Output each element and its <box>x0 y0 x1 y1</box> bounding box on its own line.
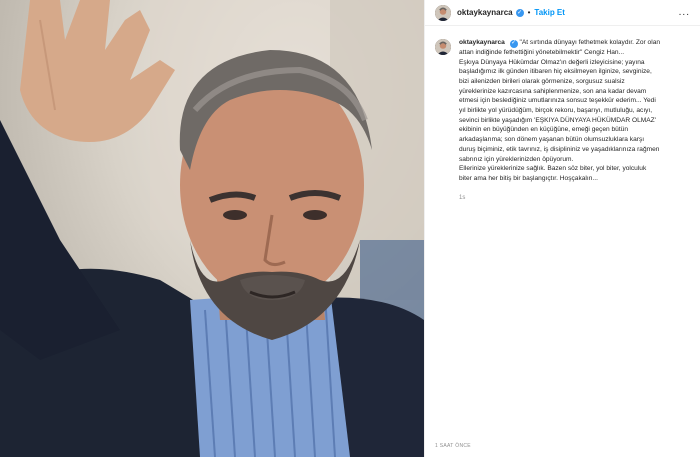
caption-line: arkadaşlarıma; son dönem yaşanan bütün o… <box>459 136 645 144</box>
caption-line: yıl birlikte yol yürüdüğüm, birçok rekor… <box>459 107 653 115</box>
caption-line: yüreklerinize kazırcasına sahiplenmenize… <box>459 87 647 95</box>
post-photo[interactable] <box>0 0 424 457</box>
post-header: oktaykaynarca ✓ • Takip Et ... <box>425 0 700 26</box>
more-options-icon[interactable]: ... <box>679 7 690 18</box>
post-timestamp[interactable]: 1 SAAT ÖNCE <box>435 443 471 449</box>
caption-line: Eşkıya Dünyaya Hükümdar Olmaz'ın değerli… <box>459 58 645 66</box>
caption-line: bizi ailenizden birileri olarak görmeniz… <box>459 77 625 85</box>
caption-line: ekibinin en büyüğünden en küçüğüne, emeğ… <box>459 126 629 134</box>
separator-dot: • <box>527 8 531 17</box>
caption-line: sevinci birlikte yaşadığım 'EŞKIYA DÜNYA… <box>459 116 656 124</box>
caption-line: sabrınız için yüreklerinizden öpüyorum. <box>459 155 574 163</box>
profile-avatar-icon <box>435 4 451 21</box>
caption-username-link[interactable]: oktaykaynarca <box>459 39 505 46</box>
caption-block: oktaykaynarca ✓ "At sırtında dünyayı fet… <box>425 26 700 203</box>
caption-line: biter ama her bitiş bir başlangıçtır. Ho… <box>459 174 598 182</box>
caption-line: başladığımız ilk günden itibaren hiç eks… <box>459 68 652 76</box>
caption-text: oktaykaynarca ✓ "At sırtında dünyayı fet… <box>459 38 690 203</box>
caption-line: Ellerinize yüreklerinize sağlık. Bazen s… <box>459 165 647 173</box>
username-link[interactable]: oktaykaynarca <box>457 8 513 17</box>
caption-line: etmesi için beslediğiniz umutlarınıza so… <box>459 97 656 105</box>
caption-timestamp: 1s <box>459 194 466 201</box>
portrait-image <box>0 0 424 457</box>
avatar[interactable] <box>435 39 451 55</box>
caption-line: "At sırtında dünyayı fethetmek kolaydır.… <box>519 39 661 46</box>
verified-badge-icon: ✓ <box>509 39 518 48</box>
caption-line: attan indiğinde fethettiğini yönetebilme… <box>459 48 625 56</box>
profile-avatar-icon <box>435 39 451 55</box>
follow-button[interactable]: Takip Et <box>534 8 565 17</box>
verified-badge-icon: ✓ <box>515 8 524 17</box>
post-side-panel: oktaykaynarca ✓ • Takip Et ... oktaykayn… <box>424 0 700 457</box>
caption-line: duruş biçiminiz, etik tavrınız, iş disip… <box>459 145 660 153</box>
avatar[interactable] <box>435 4 451 21</box>
